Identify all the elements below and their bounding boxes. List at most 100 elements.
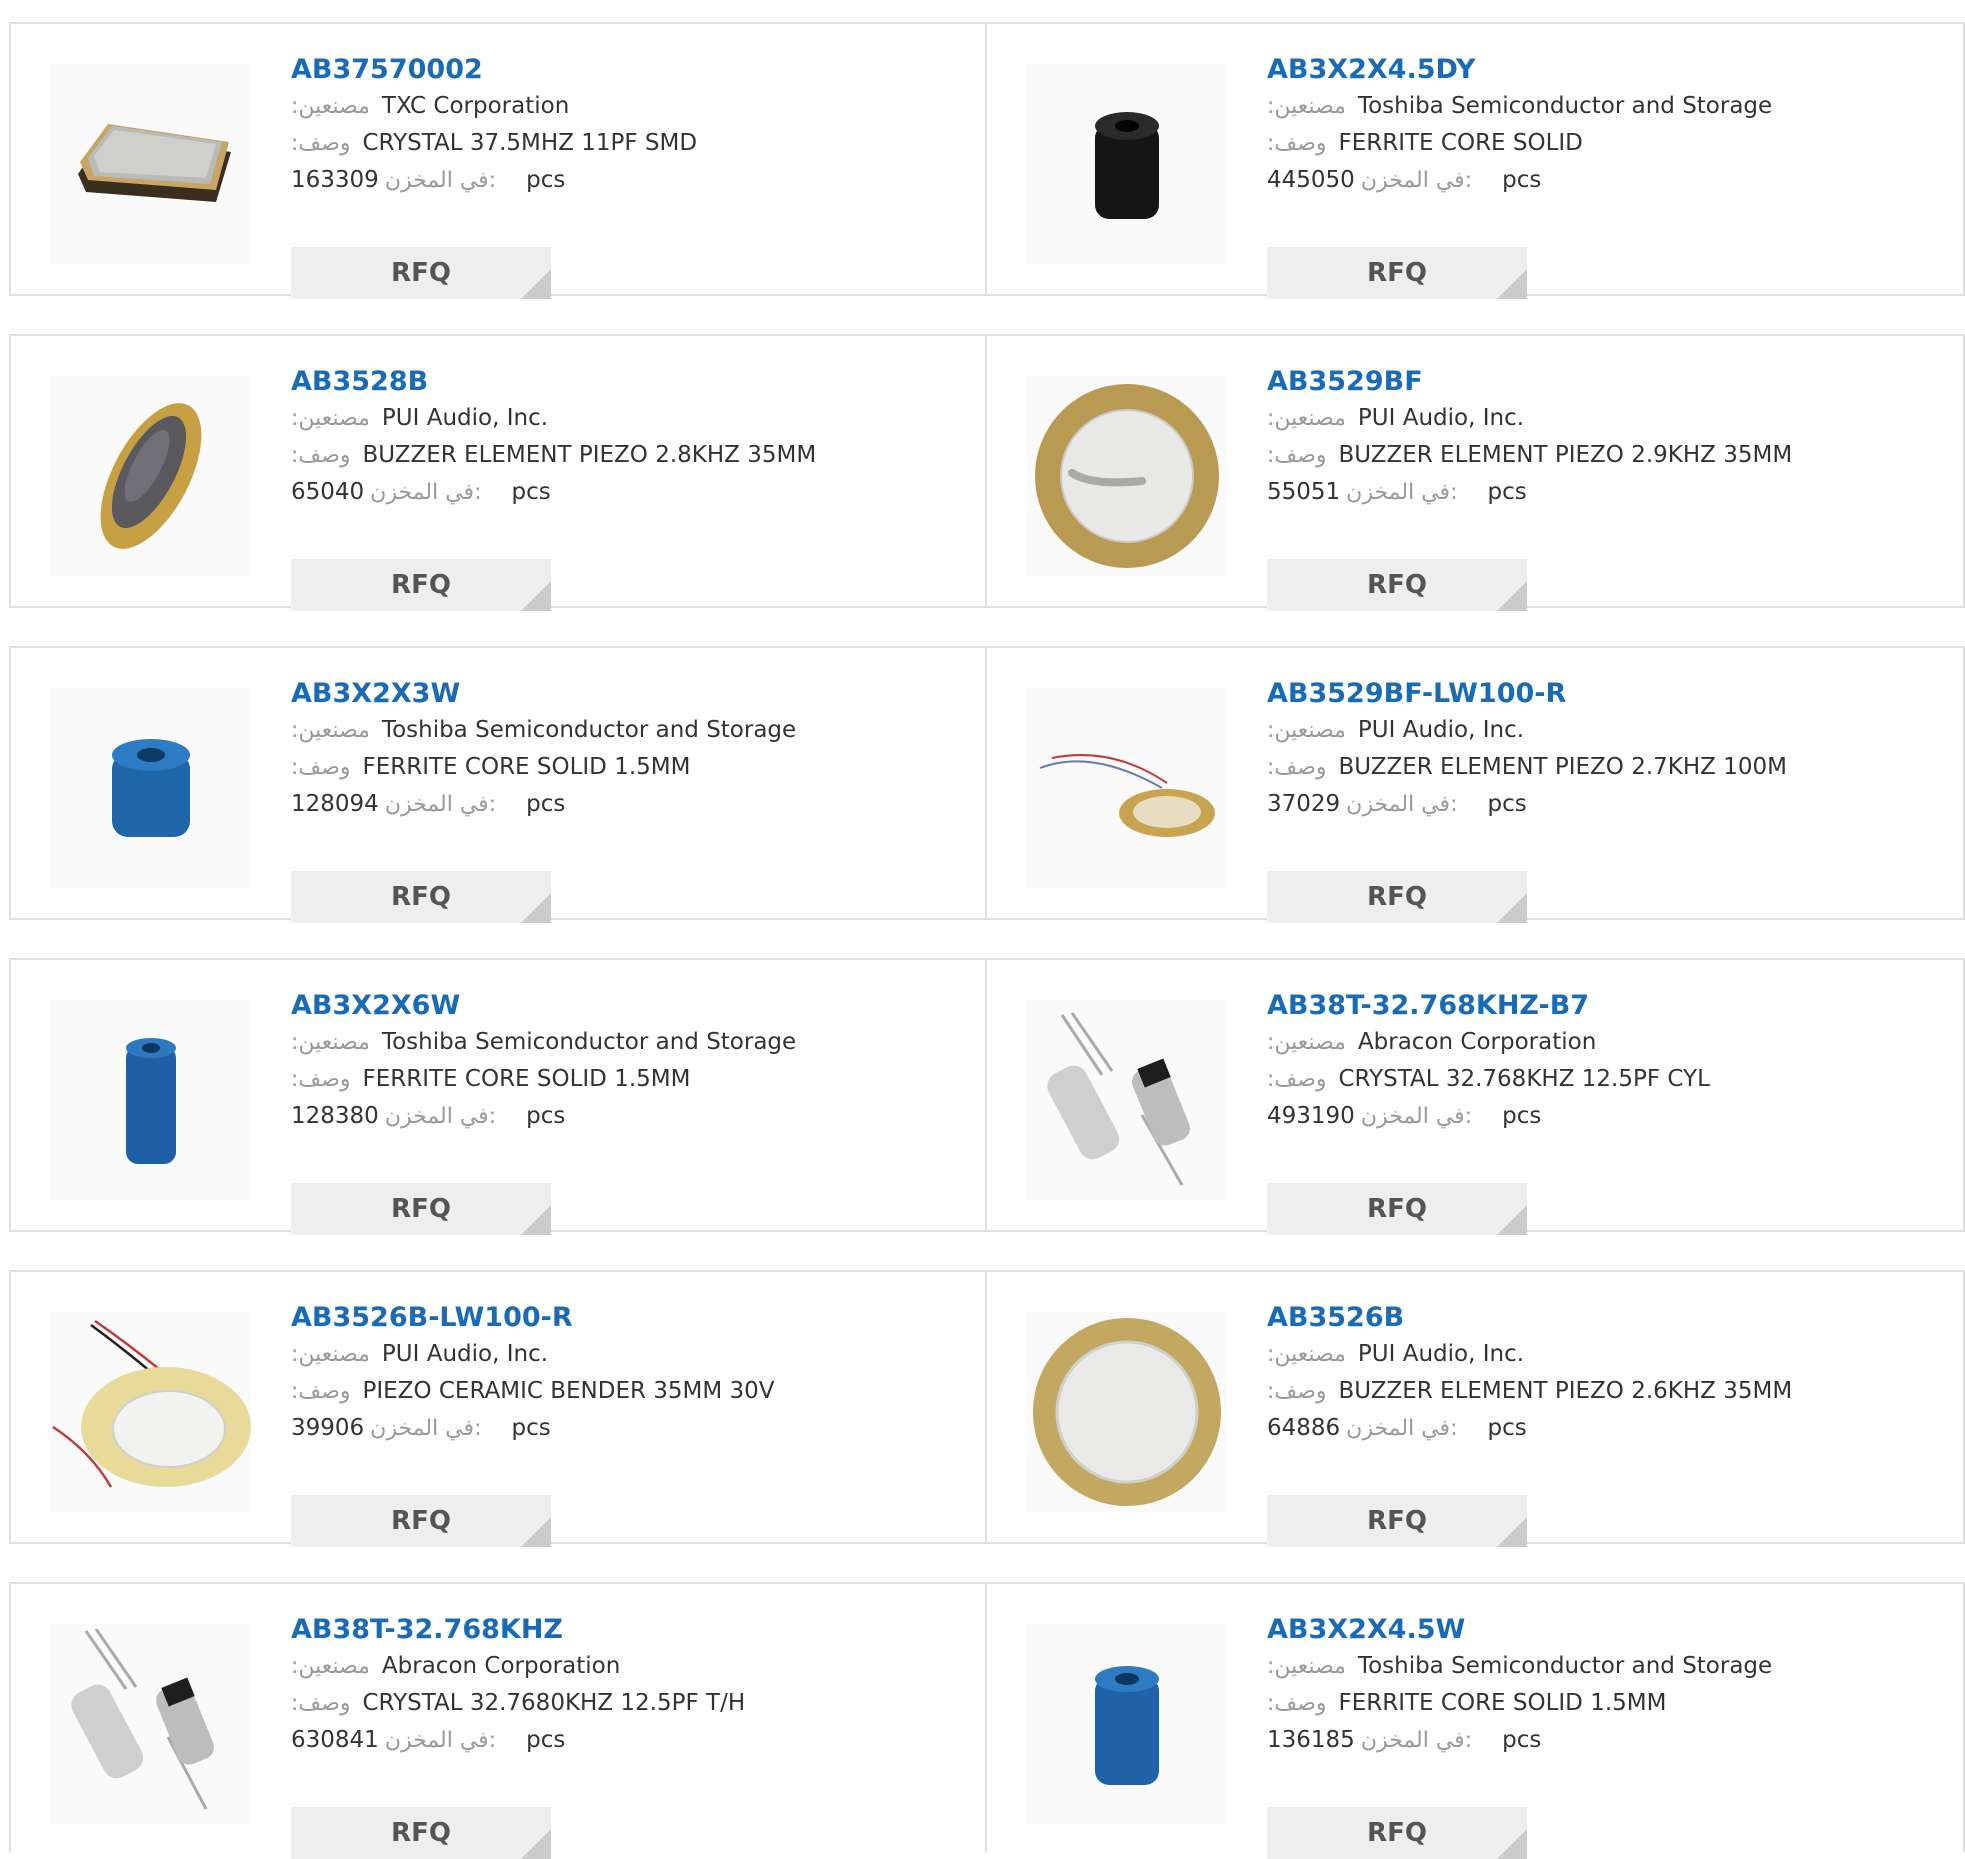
product-info: AB38T-32.768KHZ-B7 :مصنعين Abracon Corpor… <box>1267 988 1937 1235</box>
manufacturer-label: :مصنعين <box>1267 94 1346 119</box>
stock-unit: pcs <box>1487 1415 1527 1441</box>
description-line: :وصف CRYSTAL 32.768KHZ 12.5PF CYL <box>1267 1061 1937 1098</box>
description-line: :وصف FERRITE CORE SOLID 1.5MM <box>291 1061 961 1098</box>
product-row: AB3X2X6W :مصنعين Toshiba Semiconductor an… <box>9 958 1965 1235</box>
description-label: :وصف <box>1267 1067 1327 1092</box>
part-number-link[interactable]: AB3528B <box>291 364 961 400</box>
description-label: :وصف <box>1267 1691 1327 1716</box>
product-card: AB38T-32.768KHZ-B7 :مصنعين Abracon Corpor… <box>987 960 1963 1235</box>
stock-unit: pcs <box>511 1415 551 1441</box>
product-info: AB3X2X6W :مصنعين Toshiba Semiconductor an… <box>291 988 961 1235</box>
part-number-link[interactable]: AB38T-32.768KHZ-B7 <box>1267 988 1937 1024</box>
product-row: AB37570002 :مصنعين TXC Corporation :وصف CR… <box>9 22 1965 299</box>
stock-unit: pcs <box>526 167 566 193</box>
description-value: CRYSTAL 32.7680KHZ 12.5PF T/H <box>362 1690 746 1716</box>
rfq-button[interactable]: RFQ <box>1267 559 1527 611</box>
part-number-link[interactable]: AB3529BF <box>1267 364 1937 400</box>
product-info: AB3529BF :مصنعين PUI Audio, Inc. :وصف BUZZ… <box>1267 364 1937 611</box>
rfq-button[interactable]: RFQ <box>291 1495 551 1547</box>
description-label: :وصف <box>291 131 351 156</box>
description-label: :وصف <box>1267 1379 1327 1404</box>
product-row: AB3X2X3W :مصنعين Toshiba Semiconductor an… <box>9 646 1965 923</box>
manufacturer-value: PUI Audio, Inc. <box>1357 1341 1525 1367</box>
description-label: :وصف <box>1267 755 1327 780</box>
stock-line: 493190 في المخزن: pcs <box>1267 1098 1937 1135</box>
product-image[interactable] <box>51 1312 251 1512</box>
product-image[interactable] <box>1027 376 1227 576</box>
stock-label: في المخزن: <box>384 1104 497 1129</box>
rfq-button[interactable]: RFQ <box>1267 1495 1527 1547</box>
stock-label: في المخزن: <box>384 1728 497 1753</box>
rfq-button[interactable]: RFQ <box>1267 247 1527 299</box>
part-number-link[interactable]: AB3529BF-LW100-R <box>1267 676 1937 712</box>
manufacturer-value: PUI Audio, Inc. <box>381 1341 549 1367</box>
part-number-link[interactable]: AB37570002 <box>291 52 961 88</box>
description-line: :وصف BUZZER ELEMENT PIEZO 2.6KHZ 35MM <box>1267 1373 1937 1410</box>
description-line: :وصف PIEZO CERAMIC BENDER 35MM 30V <box>291 1373 961 1410</box>
stock-label: في المخزن: <box>1346 792 1458 817</box>
description-value: CRYSTAL 37.5MHZ 11PF SMD <box>362 130 698 156</box>
stock-line: 445050 في المخزن: pcs <box>1267 162 1937 199</box>
stock-label: في المخزن: <box>370 480 482 505</box>
rfq-button[interactable]: RFQ <box>291 1807 551 1859</box>
manufacturer-value: Toshiba Semiconductor and Storage <box>381 717 797 743</box>
rfq-button[interactable]: RFQ <box>291 559 551 611</box>
manufacturer-label: :مصنعين <box>291 1030 370 1055</box>
rfq-button[interactable]: RFQ <box>1267 1183 1527 1235</box>
product-image[interactable] <box>51 376 251 576</box>
rfq-button[interactable]: RFQ <box>1267 871 1527 923</box>
product-card: AB38T-32.768KHZ :مصنعين Abracon Corporati… <box>11 1584 987 1859</box>
part-number-link[interactable]: AB3X2X3W <box>291 676 961 712</box>
part-number-link[interactable]: AB38T-32.768KHZ <box>291 1612 961 1648</box>
product-image[interactable] <box>1027 1312 1227 1512</box>
manufacturer-label: :مصنعين <box>1267 1654 1346 1679</box>
manufacturer-line: :مصنعين PUI Audio, Inc. <box>1267 712 1937 749</box>
part-number-link[interactable]: AB3X2X4.5DY <box>1267 52 1937 88</box>
description-value: FERRITE CORE SOLID 1.5MM <box>1338 1690 1667 1716</box>
description-value: PIEZO CERAMIC BENDER 35MM 30V <box>362 1378 775 1404</box>
product-image[interactable] <box>1027 1624 1227 1824</box>
stock-label: في المخزن: <box>384 168 497 193</box>
product-image[interactable] <box>1027 688 1227 888</box>
rfq-button[interactable]: RFQ <box>291 1183 551 1235</box>
manufacturer-line: :مصنعين Toshiba Semiconductor and Storage <box>291 712 961 749</box>
product-info: AB3526B :مصنعين PUI Audio, Inc. :وصف BUZZE… <box>1267 1300 1937 1547</box>
stock-label: في المخزن: <box>370 1416 482 1441</box>
stock-label: في المخزن: <box>1346 480 1458 505</box>
product-image[interactable] <box>51 1000 251 1200</box>
product-image[interactable] <box>1027 1000 1227 1200</box>
part-number-link[interactable]: AB3X2X6W <box>291 988 961 1024</box>
description-line: :وصف FERRITE CORE SOLID 1.5MM <box>1267 1685 1937 1722</box>
part-number-link[interactable]: AB3526B-LW100-R <box>291 1300 961 1336</box>
manufacturer-label: :مصنعين <box>1267 1342 1346 1367</box>
stock-value: 136185 <box>1267 1727 1355 1753</box>
stock-unit: pcs <box>526 1103 566 1129</box>
description-label: :وصف <box>291 1379 351 1404</box>
manufacturer-label: :مصنعين <box>291 1342 370 1367</box>
manufacturer-value: TXC Corporation <box>381 93 570 119</box>
product-card: AB3X2X4.5DY :مصنعين Toshiba Semiconductor… <box>987 24 1963 299</box>
product-image[interactable] <box>1027 64 1227 264</box>
manufacturer-line: :مصنعين PUI Audio, Inc. <box>291 400 961 437</box>
product-info: AB3529BF-LW100-R :مصنعين PUI Audio, Inc. … <box>1267 676 1937 923</box>
description-value: BUZZER ELEMENT PIEZO 2.9KHZ 35MM <box>1338 442 1793 468</box>
stock-unit: pcs <box>526 1727 566 1753</box>
stock-value: 65040 <box>291 479 365 505</box>
manufacturer-line: :مصنعين PUI Audio, Inc. <box>1267 1336 1937 1373</box>
product-card: AB3528B :مصنعين PUI Audio, Inc. :وصف BUZZE… <box>11 336 987 611</box>
product-card: AB3X2X4.5W :مصنعين Toshiba Semiconductor … <box>987 1584 1963 1859</box>
part-number-link[interactable]: AB3526B <box>1267 1300 1937 1336</box>
product-image[interactable] <box>51 1624 251 1824</box>
rfq-button[interactable]: RFQ <box>1267 1807 1527 1859</box>
description-line: :وصف FERRITE CORE SOLID <box>1267 125 1937 162</box>
stock-value: 630841 <box>291 1727 379 1753</box>
product-image[interactable] <box>51 688 251 888</box>
product-card: AB37570002 :مصنعين TXC Corporation :وصف CR… <box>11 24 987 299</box>
description-value: BUZZER ELEMENT PIEZO 2.6KHZ 35MM <box>1338 1378 1793 1404</box>
rfq-button[interactable]: RFQ <box>291 871 551 923</box>
rfq-button[interactable]: RFQ <box>291 247 551 299</box>
part-number-link[interactable]: AB3X2X4.5W <box>1267 1612 1937 1648</box>
product-image[interactable] <box>51 64 251 264</box>
description-value: FERRITE CORE SOLID <box>1338 130 1583 156</box>
manufacturer-line: :مصنعين Toshiba Semiconductor and Storage <box>1267 1648 1937 1685</box>
